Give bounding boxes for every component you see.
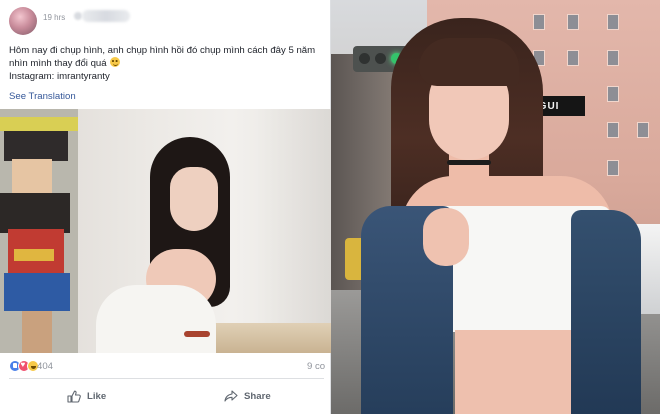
- smile-emoji-icon: [110, 57, 121, 67]
- like-button[interactable]: Like: [67, 385, 106, 407]
- author-name-blurred: [82, 10, 130, 22]
- comment-count[interactable]: 9 co: [307, 361, 325, 372]
- post-photo[interactable]: [0, 109, 331, 353]
- thumbs-up-icon: [67, 390, 81, 403]
- caption-line-1: Hôm nay đi chụp hình, anh chụp hình hồi …: [9, 45, 316, 56]
- post-header: 19 hrs: [0, 0, 331, 40]
- share-arrow-icon: [224, 390, 238, 402]
- caption-line-3: Instagram: imrantyranty: [9, 71, 110, 82]
- post-timestamp[interactable]: 19 hrs: [43, 13, 65, 22]
- facebook-post: 19 hrs Hôm nay đi chụp hình, anh chụp hì…: [0, 0, 331, 414]
- see-translation-link[interactable]: See Translation: [9, 91, 76, 102]
- privacy-globe-icon: [74, 12, 82, 20]
- person-waist: [455, 330, 571, 414]
- street-photo: EGUI: [331, 0, 660, 414]
- person-hand: [423, 208, 469, 266]
- share-button[interactable]: Share: [224, 385, 271, 407]
- person-bangs: [419, 38, 519, 86]
- post-caption: Hôm nay đi chụp hình, anh chụp hình hồi …: [9, 44, 327, 83]
- wall-shade: [255, 109, 331, 353]
- choker-necklace: [447, 160, 491, 165]
- avatar[interactable]: [9, 7, 37, 35]
- caption-line-2: nhìn mình thay đổi quá: [9, 58, 107, 69]
- denim-jacket-right: [571, 210, 641, 414]
- like-button-label: Like: [87, 390, 107, 402]
- pixel-art-wall: [0, 109, 78, 353]
- caption-line-2-wrap: nhìn mình thay đổi quá: [9, 57, 327, 70]
- share-button-label: Share: [244, 390, 271, 402]
- reaction-count[interactable]: 404: [37, 361, 53, 372]
- action-divider: [9, 378, 324, 379]
